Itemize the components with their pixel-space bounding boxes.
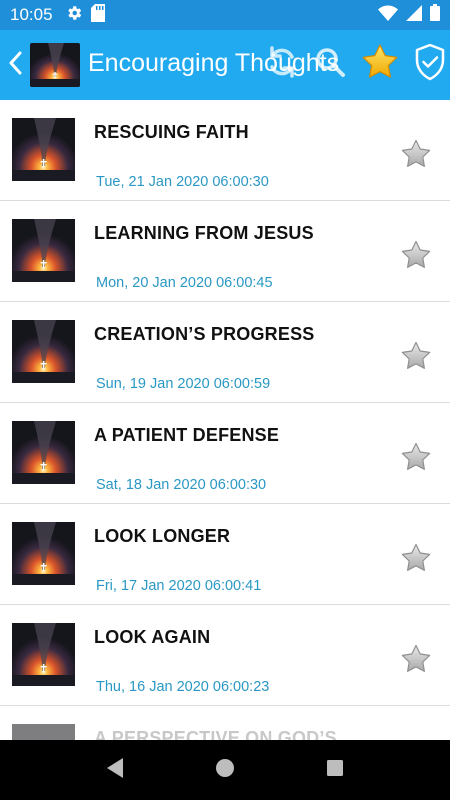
item-title: A PATIENT DEFENSE bbox=[94, 425, 280, 445]
favorite-star-icon[interactable] bbox=[400, 643, 432, 675]
item-date: Fri, 17 Jan 2020 06:00:41 bbox=[96, 578, 262, 594]
thumbnail-image bbox=[12, 118, 75, 181]
thumbnail-image bbox=[12, 724, 75, 740]
battery-icon bbox=[430, 4, 440, 26]
thumbnail-image bbox=[12, 522, 75, 585]
recents-square-icon bbox=[326, 759, 344, 782]
shield-check-icon bbox=[414, 43, 446, 86]
list-item[interactable]: CREATION’S PROGRESS Sun, 19 Jan 2020 06:… bbox=[0, 302, 450, 403]
shield-button[interactable] bbox=[410, 43, 450, 86]
status-right-icons bbox=[378, 4, 440, 26]
back-button[interactable] bbox=[0, 30, 30, 100]
item-date: Sun, 19 Jan 2020 06:00:59 bbox=[96, 376, 271, 392]
favorite-star-icon[interactable] bbox=[400, 441, 432, 473]
thoughts-list[interactable]: RESCUING FAITH Tue, 21 Jan 2020 06:00:30… bbox=[0, 100, 450, 740]
chevron-left-icon bbox=[8, 51, 22, 80]
thumbnail-image bbox=[12, 320, 75, 383]
item-title: LEARNING FROM JESUS bbox=[94, 223, 314, 243]
list-item[interactable]: A PERSPECTIVE ON GOD’S bbox=[0, 706, 450, 740]
favorite-star-icon[interactable] bbox=[400, 239, 432, 271]
search-icon bbox=[313, 45, 347, 84]
app-bar: Encouraging Thoughts bbox=[0, 30, 450, 100]
app-logo bbox=[30, 43, 80, 87]
list-item[interactable]: LOOK LONGER Fri, 17 Jan 2020 06:00:41 bbox=[0, 504, 450, 605]
star-icon bbox=[360, 42, 400, 87]
system-nav-bar bbox=[0, 740, 450, 800]
item-title: A PERSPECTIVE ON GOD’S bbox=[94, 728, 337, 740]
item-title: RESCUING FAITH bbox=[94, 122, 249, 142]
thumbnail-image bbox=[12, 219, 75, 282]
search-button[interactable] bbox=[310, 44, 350, 84]
item-date: Mon, 20 Jan 2020 06:00:45 bbox=[96, 275, 273, 291]
nav-home-button[interactable] bbox=[195, 740, 255, 800]
signal-icon bbox=[406, 4, 422, 26]
list-item[interactable]: RESCUING FAITH Tue, 21 Jan 2020 06:00:30 bbox=[0, 100, 450, 201]
status-left-icons bbox=[65, 3, 105, 27]
wifi-icon bbox=[378, 5, 398, 26]
status-time: 10:05 bbox=[10, 5, 53, 24]
back-triangle-icon bbox=[105, 757, 125, 784]
item-date: Thu, 16 Jan 2020 06:00:23 bbox=[96, 679, 270, 695]
sd-card-icon bbox=[90, 3, 105, 27]
gear-icon bbox=[65, 4, 83, 27]
favorite-star-icon[interactable] bbox=[400, 340, 432, 372]
refresh-icon bbox=[265, 45, 299, 84]
list-item[interactable]: LOOK AGAIN Thu, 16 Jan 2020 06:00:23 bbox=[0, 605, 450, 706]
thumbnail-image bbox=[12, 421, 75, 484]
list-item[interactable]: LEARNING FROM JESUS Mon, 20 Jan 2020 06:… bbox=[0, 201, 450, 302]
nav-recents-button[interactable] bbox=[305, 740, 365, 800]
item-date: Sat, 18 Jan 2020 06:00:30 bbox=[96, 477, 267, 493]
thumbnail-image bbox=[12, 623, 75, 686]
item-title: LOOK LONGER bbox=[94, 526, 231, 546]
favorites-button[interactable] bbox=[360, 42, 400, 87]
list-item[interactable]: A PATIENT DEFENSE Sat, 18 Jan 2020 06:00… bbox=[0, 403, 450, 504]
item-title: CREATION’S PROGRESS bbox=[94, 324, 315, 344]
favorite-star-icon[interactable] bbox=[400, 138, 432, 170]
item-title: LOOK AGAIN bbox=[94, 627, 211, 647]
nav-back-button[interactable] bbox=[85, 740, 145, 800]
status-bar: 10:05 bbox=[0, 0, 450, 30]
item-date: Tue, 21 Jan 2020 06:00:30 bbox=[96, 174, 269, 190]
home-circle-icon bbox=[215, 758, 235, 783]
refresh-button[interactable] bbox=[262, 44, 302, 84]
favorite-star-icon[interactable] bbox=[400, 542, 432, 574]
